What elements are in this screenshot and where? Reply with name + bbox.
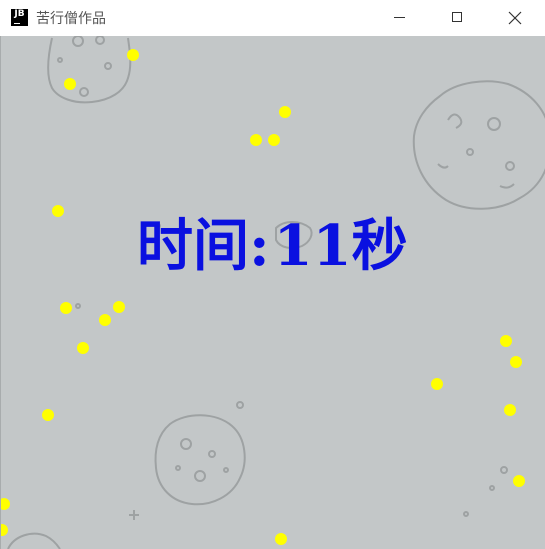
maximize-icon	[452, 12, 462, 22]
coin	[0, 524, 8, 536]
asteroid	[7, 532, 61, 549]
timer-unit: 秒	[351, 213, 408, 279]
coin	[279, 106, 291, 118]
app-logo-text: JB	[14, 9, 25, 19]
coin	[250, 134, 262, 146]
coin	[127, 49, 139, 61]
coin	[52, 205, 64, 217]
minimize-icon	[394, 17, 405, 18]
close-button[interactable]	[487, 0, 545, 36]
coin	[42, 409, 54, 421]
close-icon	[508, 11, 522, 25]
title-bar[interactable]: JB 苦行僧作品	[0, 0, 545, 36]
coin	[275, 533, 287, 545]
timer-seconds: 11	[273, 213, 352, 279]
timer-label: 时间:	[137, 213, 270, 279]
coin	[504, 404, 516, 416]
asteroid	[47, 36, 132, 104]
asteroid	[412, 80, 545, 210]
coin	[510, 356, 522, 368]
game-canvas[interactable]: 时间:11秒	[0, 36, 545, 549]
window-border	[0, 36, 1, 549]
coin	[99, 314, 111, 326]
coin-layer	[0, 49, 525, 545]
coin	[64, 78, 76, 90]
coin	[60, 302, 72, 314]
timer-display: 时间:11秒	[137, 218, 408, 274]
coin	[513, 475, 525, 487]
coin	[431, 378, 443, 390]
coin	[268, 134, 280, 146]
maximize-button[interactable]	[429, 0, 487, 36]
game-window: JB 苦行僧作品 时间:11秒	[0, 0, 545, 549]
coin	[500, 335, 512, 347]
minimize-button[interactable]	[371, 0, 429, 36]
app-logo-icon: JB	[11, 9, 28, 26]
coin	[113, 301, 125, 313]
window-title: 苦行僧作品	[36, 11, 106, 27]
coin	[0, 498, 10, 510]
game-scene	[0, 36, 545, 549]
coin	[77, 342, 89, 354]
asteroid	[154, 414, 246, 506]
